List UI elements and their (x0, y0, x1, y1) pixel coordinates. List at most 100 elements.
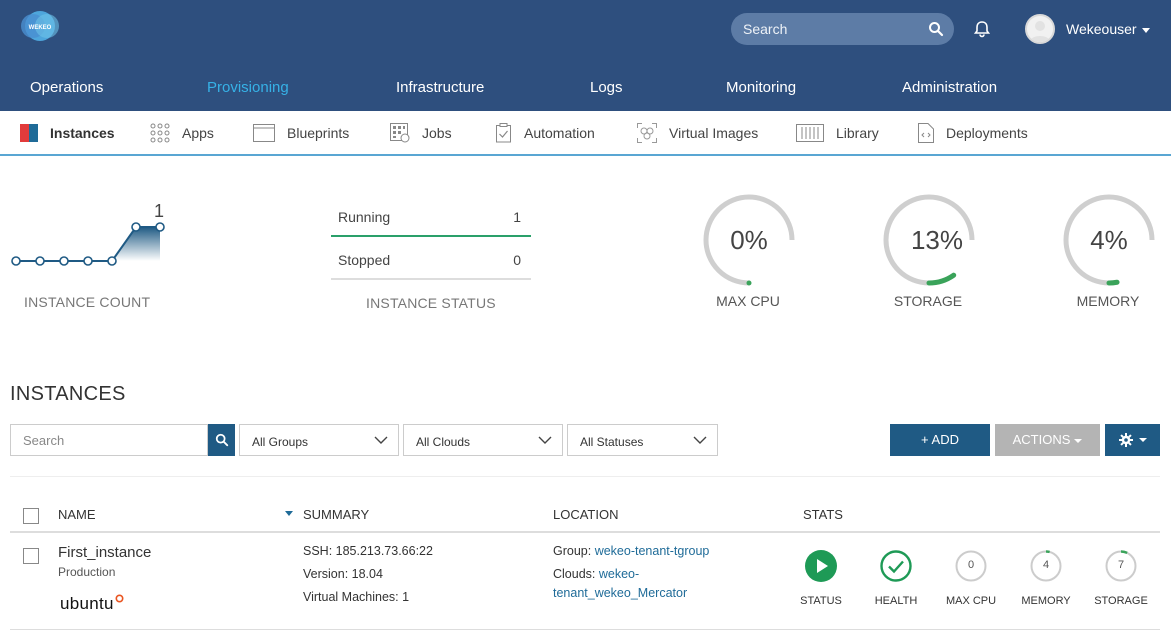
global-search-input[interactable] (731, 13, 921, 45)
column-name[interactable]: NAME (58, 507, 96, 522)
subnav-blueprints-label: Blueprints (287, 124, 350, 141)
username-menu[interactable]: Wekeouser (1066, 21, 1137, 37)
nav-logs[interactable]: Logs (590, 79, 623, 96)
instance-search[interactable] (10, 424, 208, 456)
statuses-filter[interactable]: All Statuses (567, 424, 718, 456)
settings-button[interactable] (1105, 424, 1160, 456)
group-link[interactable]: wekeo-tenant-tgroup (595, 544, 710, 558)
global-search[interactable] (731, 13, 954, 45)
memory-caption: MEMORY (1021, 595, 1071, 607)
count-point (35, 256, 45, 266)
nav-monitoring[interactable]: Monitoring (726, 79, 796, 96)
instance-search-input[interactable] (11, 425, 207, 455)
status-running-value: 1 (513, 209, 521, 225)
search-icon[interactable] (928, 21, 944, 37)
column-location[interactable]: LOCATION (553, 507, 619, 522)
clouds-filter-value: All Clouds (416, 435, 471, 449)
status-stopped-label: Stopped (338, 252, 391, 268)
memory-label: MEMORY (1076, 293, 1140, 309)
location-clouds: Clouds: wekeo- (553, 567, 639, 581)
nav-provisioning[interactable]: Provisioning (207, 79, 289, 96)
instance-count-value: 1 (154, 201, 165, 221)
chevron-down-icon (538, 436, 552, 444)
instance-status-label: INSTANCE STATUS (366, 295, 496, 311)
subnav-deployments-label: Deployments (946, 124, 1028, 141)
storage-mini-value: 7 (1117, 559, 1125, 571)
instance-count-label: INSTANCE COUNT (24, 294, 151, 310)
divider (10, 476, 1160, 477)
table-row[interactable]: First_instance Production ubuntu SSH: 18… (10, 535, 1160, 630)
count-area (16, 227, 160, 261)
caret-down-icon (1138, 438, 1147, 442)
clouds-filter[interactable]: All Clouds (403, 424, 563, 456)
chevron-down-icon[interactable] (1142, 28, 1150, 33)
instance-name-link[interactable]: First_instance (58, 544, 151, 561)
instances-icon (20, 123, 38, 142)
storage-caption: STORAGE (1094, 595, 1148, 607)
status-caption: STATUS (800, 595, 842, 607)
storage-label: STORAGE (893, 293, 963, 309)
sub-navigation: Instances Apps Blueprints Jobs Automatio… (0, 111, 1171, 156)
ubuntu-logo: ubuntu (60, 594, 124, 614)
max-cpu-mini-value: 0 (967, 559, 975, 571)
search-icon (215, 433, 228, 447)
count-point (83, 256, 93, 266)
mini-gauge-fill (1120, 550, 1128, 554)
instance-version: Version: 18.04 (303, 567, 383, 581)
wekeo-logo[interactable]: WEKEO (20, 10, 60, 42)
subnav-automation[interactable]: Automation (496, 111, 595, 154)
blueprints-icon (253, 123, 275, 142)
health-check-icon[interactable] (880, 550, 912, 582)
subnav-jobs[interactable]: Jobs (390, 111, 452, 154)
clouds-link[interactable]: wekeo- (599, 567, 639, 581)
storage-value: 13% (910, 225, 964, 255)
memory-value: 4% (1090, 225, 1128, 255)
nav-administration[interactable]: Administration (902, 79, 997, 96)
chevron-down-icon (374, 436, 388, 444)
notification-bell-icon[interactable] (972, 19, 992, 39)
subnav-instances-label: Instances (50, 124, 115, 141)
subnav-blueprints[interactable]: Blueprints (253, 111, 349, 154)
groups-filter[interactable]: All Groups (239, 424, 399, 456)
subnav-deployments[interactable]: Deployments (918, 111, 1028, 154)
virtual-images-icon (637, 122, 657, 143)
chevron-down-icon (693, 436, 707, 444)
count-point (107, 256, 117, 266)
column-summary[interactable]: SUMMARY (303, 507, 369, 522)
subnav-automation-label: Automation (524, 124, 595, 141)
instance-environment: Production (58, 565, 116, 579)
gear-icon (1118, 433, 1133, 447)
actions-button[interactable]: ACTIONS (995, 424, 1100, 456)
instance-count-chart (11, 222, 165, 266)
deployments-icon (918, 122, 934, 143)
user-avatar[interactable] (1025, 14, 1055, 44)
subnav-virtual-images[interactable]: Virtual Images (637, 111, 758, 154)
library-icon (796, 123, 824, 142)
gauge-fill (746, 280, 752, 286)
ubuntu-circle-icon (115, 594, 124, 603)
count-point (131, 222, 141, 232)
subnav-jobs-label: Jobs (422, 124, 452, 141)
nav-infrastructure[interactable]: Infrastructure (396, 79, 484, 96)
clouds-link-continued[interactable]: tenant_wekeo_Mercator (553, 586, 687, 600)
gauge-fill (1106, 279, 1120, 286)
count-point (59, 256, 69, 266)
add-instance-button[interactable]: + ADD (890, 424, 990, 456)
select-all-checkbox[interactable] (23, 508, 39, 524)
groups-filter-value: All Groups (252, 435, 309, 449)
instance-search-button[interactable] (208, 424, 235, 456)
subnav-instances[interactable]: Instances (20, 111, 115, 154)
actions-button-label: ACTIONS (1012, 432, 1071, 447)
main-navigation: Operations Provisioning Infrastructure L… (0, 66, 1171, 111)
nav-operations[interactable]: Operations (30, 79, 103, 96)
subnav-library[interactable]: Library (796, 111, 879, 154)
max-cpu-label: MAX CPU (716, 293, 780, 309)
row-checkbox[interactable] (23, 548, 39, 564)
play-status-icon[interactable] (805, 550, 837, 582)
avatar-icon (1030, 21, 1050, 42)
subnav-apps[interactable]: Apps (150, 111, 214, 154)
subnav-apps-label: Apps (182, 124, 214, 141)
automation-icon (496, 122, 511, 142)
instance-virtual-machines: Virtual Machines: 1 (303, 590, 410, 604)
sort-desc-icon[interactable] (285, 511, 293, 517)
